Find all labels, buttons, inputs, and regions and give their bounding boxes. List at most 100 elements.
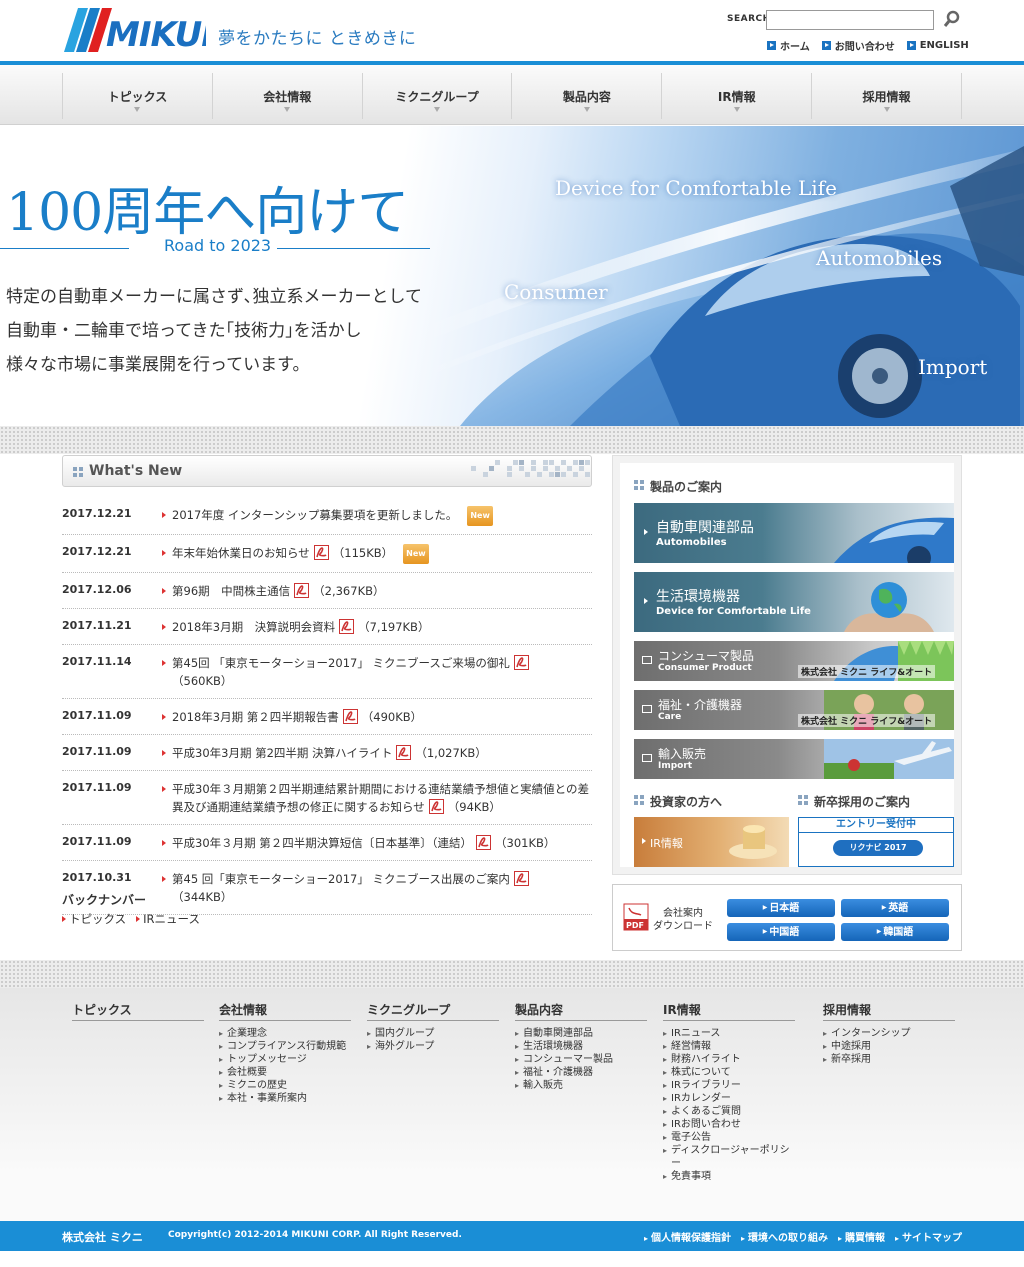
site-header: MIKUNI 夢をかたちに ときめきに SEARCH ホーム お問い合わせ EN… [0, 0, 1024, 65]
footer-link[interactable]: 海外グループ [367, 1040, 499, 1053]
footer-link[interactable]: トップメッセージ [219, 1053, 351, 1066]
pdf-icon [396, 745, 412, 760]
svg-text:PDF: PDF [626, 921, 644, 930]
product-import[interactable]: 輸入販売 Import [634, 739, 954, 779]
new-badge: New [403, 544, 429, 564]
news-link[interactable]: 第45 回「東京モーターショー2017」 ミクニブース出展のご案内 （344KB） [162, 870, 592, 906]
environment-link[interactable]: 環境への取り組み [741, 1229, 828, 1244]
download-english-button[interactable]: 英語 [841, 899, 949, 917]
footer-link[interactable]: 新卒採用 [823, 1053, 955, 1066]
footer-column-title[interactable]: ミクニグループ [367, 1001, 499, 1021]
footer-column-title[interactable]: 製品内容 [515, 1001, 647, 1021]
logo-text: MIKUNI [106, 15, 206, 52]
nav-company[interactable]: 会社情報 [213, 73, 363, 119]
footer-link[interactable]: 経営情報 [663, 1040, 795, 1053]
footer-link[interactable]: 国内グループ [367, 1027, 499, 1040]
footer-column: ミクニグループ国内グループ海外グループ [367, 1001, 499, 1053]
nav-recruit[interactable]: 採用情報 [812, 73, 962, 119]
ir-info-banner[interactable]: IR情報 [634, 817, 789, 867]
whats-new-title: What's New [89, 463, 183, 479]
sitemap-link[interactable]: サイトマップ [895, 1229, 962, 1244]
footer-link[interactable]: 生活環境機器 [515, 1040, 647, 1053]
procurement-link[interactable]: 購買情報 [838, 1229, 885, 1244]
news-title: 2017年度 インターンシップ募集要項を更新しました。 [172, 508, 458, 522]
copyright: Copyright(c) 2012-2014 MIKUNI CORP. All … [168, 1230, 462, 1240]
news-link[interactable]: 2018年3月期 決算説明会資料 （7,197KB） [162, 618, 592, 636]
file-size: （115KB） [332, 546, 394, 560]
search-input[interactable] [766, 10, 934, 30]
news-link[interactable]: 第96期 中間株主通信 （2,367KB） [162, 582, 592, 600]
nav-products[interactable]: 製品内容 [512, 73, 663, 119]
pdf-icon: PDF [623, 903, 649, 931]
news-link[interactable]: 2018年3月期 第２四半期報告書 （490KB） [162, 708, 592, 726]
company-brochure-download: PDF 会社案内 ダウンロード 日本語 英語 中国語 韓国語 [612, 884, 962, 951]
footer-link[interactable]: IRライブラリー [663, 1079, 795, 1092]
news-title: 2018年3月期 決算説明会資料 [172, 620, 336, 634]
search-icon[interactable] [942, 9, 962, 29]
footer-link[interactable]: インターンシップ [823, 1027, 955, 1040]
footer-column-title[interactable]: IR情報 [663, 1001, 795, 1021]
footer-column-title[interactable]: トピックス [72, 1001, 204, 1021]
backnumber-irnews-link[interactable]: IRニュース [136, 911, 200, 927]
nav-group[interactable]: ミクニグループ [363, 73, 513, 119]
download-chinese-button[interactable]: 中国語 [727, 923, 835, 941]
english-link[interactable]: ENGLISH [906, 38, 969, 53]
product-care[interactable]: 福祉・介護機器 Care 株式会社 ミクニ ライフ&オート [634, 690, 954, 730]
download-korean-button[interactable]: 韓国語 [841, 923, 949, 941]
mikuni-logo[interactable]: MIKUNI [64, 8, 206, 52]
footer-link[interactable]: IRお問い合わせ [663, 1118, 795, 1131]
car-thumbnail [834, 517, 954, 563]
footer-link[interactable]: コンシューマー製品 [515, 1053, 647, 1066]
file-size: （301KB） [495, 836, 556, 850]
pdf-icon [342, 709, 358, 724]
home-link[interactable]: ホーム [767, 38, 810, 53]
news-link[interactable]: 平成30年３月期 第２四半期決算短信〔日本基準〕（連結） （301KB） [162, 834, 592, 852]
dotted-band [0, 960, 1024, 988]
product-consumer[interactable]: コンシューマ製品 Consumer Product 株式会社 ミクニ ライフ&オ… [634, 641, 954, 681]
news-link[interactable]: 年末年始休業日のお知らせ （115KB） New [162, 544, 592, 564]
footer-link[interactable]: 株式について [663, 1066, 795, 1079]
product-automobiles[interactable]: 自動車関連部品 Automobiles [634, 503, 954, 563]
contact-link[interactable]: お問い合わせ [821, 38, 895, 53]
footer-link[interactable]: よくあるご質問 [663, 1105, 795, 1118]
nav-ir[interactable]: IR情報 [662, 73, 813, 119]
footer-link[interactable]: コンプライアンス行動規範 [219, 1040, 351, 1053]
news-link[interactable]: 平成30年３月期第２四半期連結累計期間における連結業績予想値と実績値との差異及び… [162, 780, 592, 816]
footer-link[interactable]: IRカレンダー [663, 1092, 795, 1105]
backnumber-topics-link[interactable]: トピックス [62, 911, 126, 927]
footer-link[interactable]: 自動車関連部品 [515, 1027, 647, 1040]
backnumber-links: トピックス IRニュース [62, 911, 200, 927]
product-comfortable-life[interactable]: 生活環境機器 Device for Comfortable Life [634, 572, 954, 632]
hero-word-consumer: Consumer [504, 280, 608, 304]
footer-column-title[interactable]: 採用情報 [823, 1001, 955, 1021]
news-title: 第96期 中間株主通信 [172, 584, 291, 598]
download-japanese-button[interactable]: 日本語 [727, 899, 835, 917]
privacy-link[interactable]: 個人情報保護指針 [644, 1229, 731, 1244]
file-size: （1,027KB） [415, 746, 487, 760]
footer-link[interactable]: 会社概要 [219, 1066, 351, 1079]
news-link[interactable]: 2017年度 インターンシップ募集要項を更新しました。 New [162, 506, 592, 526]
footer-column: 会社情報企業理念コンプライアンス行動規範トップメッセージ会社概要ミクニの歴史本社… [219, 1001, 351, 1105]
news-link[interactable]: 第45回 「東京モーターショー2017」 ミクニブースご来場の御礼 （560KB） [162, 654, 592, 690]
footer-link[interactable]: ミクニの歴史 [219, 1079, 351, 1092]
hero-body: 特定の自動車メーカーに属さず､独立系メーカーとして 自動車・二輪車で培ってきた｢… [6, 287, 422, 375]
news-link[interactable]: 平成30年3月期 第2四半期 決算ハイライト （1,027KB） [162, 744, 592, 762]
footer-link[interactable]: 中途採用 [823, 1040, 955, 1053]
rikunabi-entry-banner[interactable]: エントリー受付中 リクナビ 2017 [798, 817, 954, 867]
footer-link[interactable]: IRニュース [663, 1027, 795, 1040]
footer-link[interactable]: 輸入販売 [515, 1079, 647, 1092]
news-item: 2017.11.09 平成30年３月期 第２四半期決算短信〔日本基準〕（連結） （3… [62, 825, 592, 861]
footer-column-title[interactable]: 会社情報 [219, 1001, 351, 1021]
news-item: 2017.12.21 2017年度 インターンシップ募集要項を更新しました。 New [62, 497, 592, 535]
footer-link[interactable]: 財務ハイライト [663, 1053, 795, 1066]
footer-link[interactable]: 福祉・介護機器 [515, 1066, 647, 1079]
car-image [420, 146, 1024, 426]
footer-link[interactable]: 電子公告 [663, 1131, 795, 1144]
footer-link[interactable]: ディスクロージャーポリシー [663, 1144, 795, 1170]
footer-link[interactable]: 企業理念 [219, 1027, 351, 1040]
news-date: 2017.11.09 [62, 709, 132, 722]
nav-topics[interactable]: トピックス [63, 73, 213, 119]
news-date: 2017.12.06 [62, 583, 132, 596]
footer-link[interactable]: 免責事項 [663, 1170, 795, 1183]
footer-link[interactable]: 本社・事業所案内 [219, 1092, 351, 1105]
